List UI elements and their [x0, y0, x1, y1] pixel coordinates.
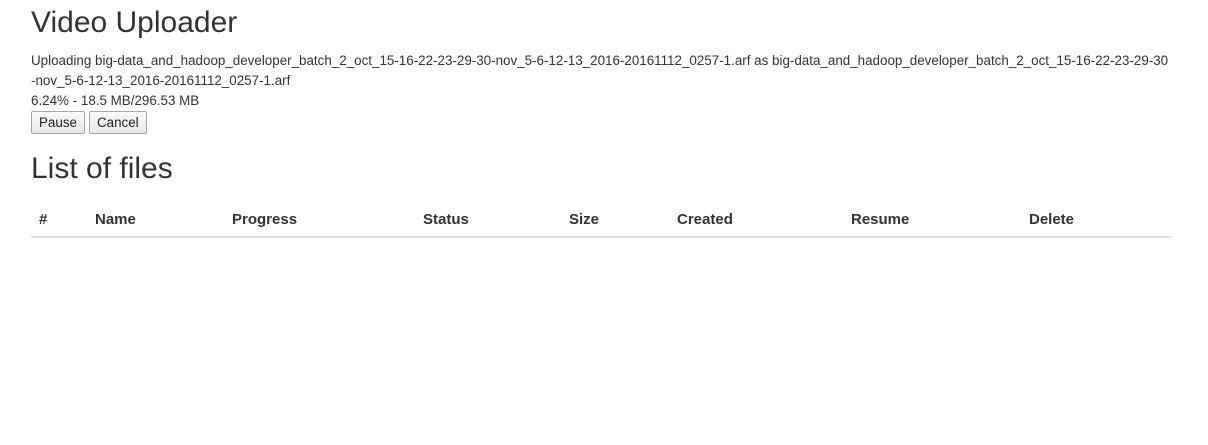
files-table: # Name Progress Status Size Created Resu…	[31, 202, 1171, 238]
column-header-status: Status	[415, 202, 561, 238]
column-header-delete: Delete	[1021, 202, 1171, 238]
video-uploader-page: Video Uploader Uploading big-data_and_ha…	[0, 0, 1208, 445]
upload-status-text: Uploading big-data_and_hadoop_developer_…	[31, 53, 1169, 88]
column-header-progress: Progress	[224, 202, 415, 238]
pause-button[interactable]: Pause	[31, 111, 85, 134]
cancel-button[interactable]: Cancel	[88, 111, 147, 134]
column-header-number: #	[31, 202, 87, 238]
column-header-resume: Resume	[843, 202, 1021, 238]
files-heading: List of files	[31, 152, 173, 185]
page-title: Video Uploader	[31, 6, 238, 39]
files-table-header-row: # Name Progress Status Size Created Resu…	[31, 202, 1171, 238]
upload-controls: Pause Cancel	[31, 111, 1170, 134]
column-header-size: Size	[561, 202, 669, 238]
column-header-created: Created	[669, 202, 843, 238]
column-header-name: Name	[87, 202, 224, 238]
upload-progress-text: 6.24% - 18.5 MB/296.53 MB	[31, 93, 200, 108]
